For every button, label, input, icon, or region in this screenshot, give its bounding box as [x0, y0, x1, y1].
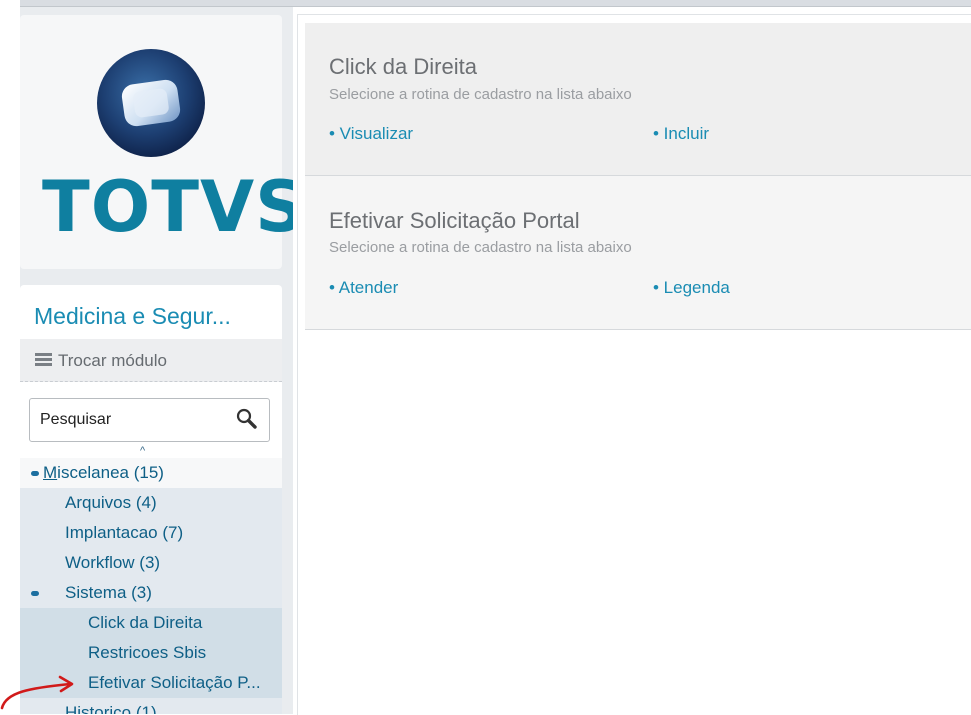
atender-link[interactable]: • Atender: [329, 278, 398, 298]
tree-item-workflow[interactable]: Workflow (3): [20, 548, 282, 578]
module-panel: Medicina e Segur... Trocar módulo ^ Misc…: [20, 285, 282, 714]
routine-panel-click-da-direita: Click da Direita Selecione a rotina de c…: [305, 23, 971, 176]
logo-wordmark: TOTVS: [42, 166, 307, 248]
incluir-link[interactable]: • Incluir: [653, 124, 709, 144]
tree-item-click-da-direita[interactable]: Click da Direita: [20, 608, 282, 638]
switch-module-button[interactable]: Trocar módulo: [20, 339, 282, 382]
tree-item-miscelanea[interactable]: Miscelanea (15): [20, 458, 282, 488]
visualizar-link[interactable]: • Visualizar: [329, 124, 413, 144]
scroll-up-indicator: ^: [140, 445, 146, 457]
panel-title: Click da Direita: [329, 54, 477, 79]
search-input[interactable]: [38, 408, 232, 432]
tree-item-label: Implantacao (7): [65, 523, 184, 542]
top-bar: [20, 0, 971, 7]
search-box[interactable]: [29, 398, 270, 442]
search-icon[interactable]: [236, 408, 258, 430]
hamburger-icon: [35, 353, 52, 367]
panel-title: Efetivar Solicitação Portal: [329, 208, 580, 233]
expanded-bullet-icon: [31, 591, 39, 596]
tree-item-label: Restricoes Sbis: [88, 643, 207, 662]
tree-item-label: Sistema (3): [65, 583, 152, 602]
routine-panel-efetivar-solicitacao: Efetivar Solicitação Portal Selecione a …: [305, 176, 971, 330]
tree-item-restricoes-sbis[interactable]: Restricoes Sbis: [20, 638, 282, 668]
tree-item-label: Click da Direita: [88, 613, 203, 632]
tree-item-label: Miscelanea (15): [43, 463, 164, 482]
legenda-link[interactable]: • Legenda: [653, 278, 730, 298]
switch-module-label: Trocar módulo: [58, 351, 167, 370]
tree-item-sistema[interactable]: Sistema (3): [20, 578, 282, 608]
annotation-arrow-icon: [0, 675, 74, 710]
panel-subtitle: Selecione a rotina de cadastro na lista …: [329, 86, 632, 103]
tree-item-label: Workflow (3): [65, 553, 161, 572]
tree-item-arquivos[interactable]: Arquivos (4): [20, 488, 282, 518]
tree-item-label: Arquivos (4): [65, 493, 157, 512]
panel-subtitle: Selecione a rotina de cadastro na lista …: [329, 239, 632, 256]
module-title[interactable]: Medicina e Segur...: [34, 303, 231, 330]
tree-item-implantacao[interactable]: Implantacao (7): [20, 518, 282, 548]
expanded-bullet-icon: [31, 471, 39, 476]
tree-item-label: Efetivar Solicitação P...: [88, 673, 261, 692]
logo-card: TOTVS: [20, 15, 307, 269]
